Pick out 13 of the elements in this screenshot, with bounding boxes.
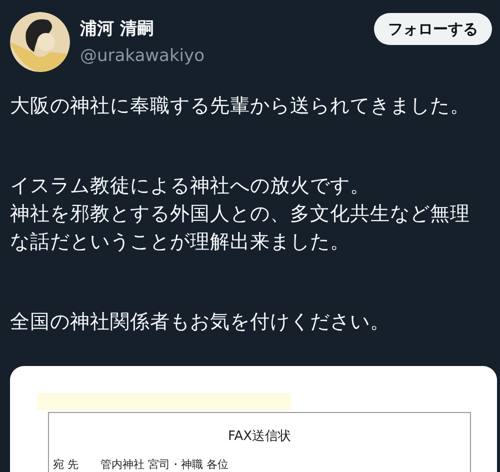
avatar — [10, 12, 70, 72]
recipient-label: 宛 先 — [53, 457, 78, 472]
post-text: な話だということが理解出来ました。 — [10, 229, 351, 255]
post-text: 神社を邪教とする外国人との、多文化共生など無理 — [10, 201, 471, 227]
recipient-text: 管内神社 宮司・神職 各位 — [100, 457, 228, 472]
author-handle[interactable]: @urakawakiyo — [80, 46, 364, 66]
author-name[interactable]: 浦河 清嗣 — [80, 17, 364, 40]
post-text: イスラム教徒による神社への放火です。 — [10, 173, 371, 199]
document-title: FAX送信状 — [228, 428, 292, 445]
post-text: 大阪の神社に奉職する先輩から送られてきました。 — [10, 93, 471, 119]
follow-button[interactable]: フォローする — [374, 13, 492, 45]
post-text: 全国の神社関係者もお気を付けください。 — [10, 309, 391, 335]
attached-image[interactable]: FAX送信状 宛 先 管内神社 宮司・神職 各位 — [10, 366, 497, 472]
